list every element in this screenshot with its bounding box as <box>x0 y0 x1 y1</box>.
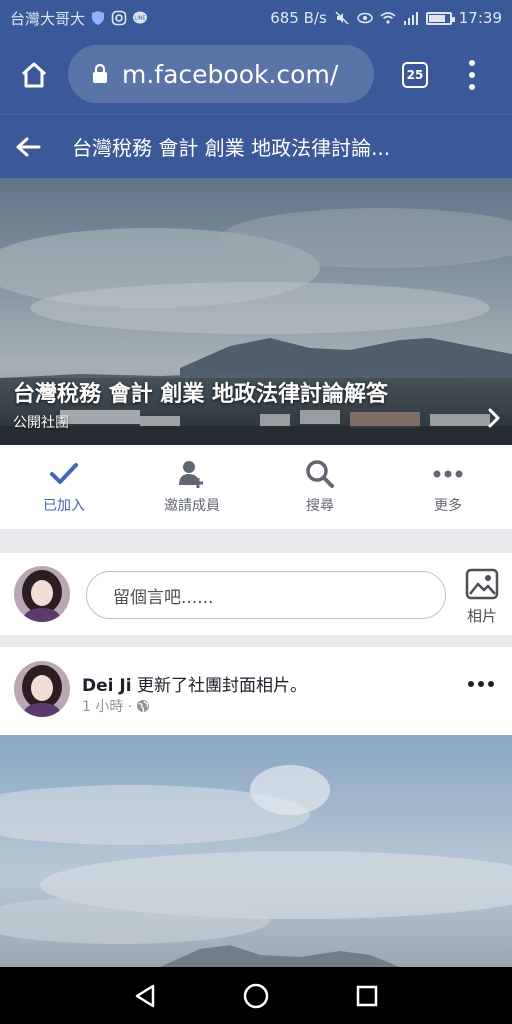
triangle-back-icon <box>136 984 155 1007</box>
mute-icon <box>335 11 349 25</box>
home-icon <box>21 62 47 88</box>
url-text: m.facebook.com/ <box>122 59 339 89</box>
carrier-name: 台灣大哥大 <box>10 9 86 28</box>
joined-label: 已加入 <box>43 498 85 514</box>
post-author-name[interactable]: Dei Ji <box>82 676 132 696</box>
invite-members-button[interactable]: 邀請成員 <box>128 445 256 529</box>
globe-icon <box>137 700 150 713</box>
check-icon <box>50 463 78 484</box>
shield-icon <box>92 11 105 25</box>
group-cover-photo[interactable]: 台灣稅務 會計 創業 地政法律討論解答 公開社團 <box>0 178 512 445</box>
post-action-text: 更新了社團封面相片。 <box>136 676 307 696</box>
lock-icon <box>93 64 107 83</box>
group-privacy: 公開社團 <box>13 415 69 431</box>
clock: 17:39 <box>458 9 502 27</box>
post-author-avatar[interactable] <box>14 661 70 717</box>
tab-switcher-button[interactable]: 25 <box>402 62 428 88</box>
screen: 台灣大哥大 LINE 685 B/s 17:39 m.facebook.com/… <box>0 0 512 1024</box>
search-icon <box>306 460 334 488</box>
wifi-icon <box>380 12 396 24</box>
group-action-bar: 已加入 邀請成員 搜尋 更多 <box>0 445 512 529</box>
more-icon <box>433 470 463 478</box>
network-speed: 685 B/s <box>270 9 327 27</box>
battery-icon <box>425 11 455 25</box>
post-timestamp[interactable]: 1 小時 · <box>82 696 132 716</box>
nav-recents-button[interactable] <box>347 976 387 1016</box>
compose-placeholder: 留個言吧...... <box>113 587 214 608</box>
post-meta: 1 小時 · <box>82 696 150 716</box>
feed-post: Dei Ji 更新了社團封面相片。 1 小時 · <box>0 647 512 967</box>
status-bar: 台灣大哥大 LINE 685 B/s 17:39 <box>0 0 512 36</box>
home-button[interactable] <box>0 36 68 114</box>
more-label: 更多 <box>434 498 462 514</box>
post-options-button[interactable] <box>468 681 494 689</box>
avatar[interactable] <box>14 566 70 622</box>
nav-back-button[interactable] <box>125 976 165 1016</box>
header-title: 台灣稅務 會計 創業 地政法律討論... <box>72 136 391 160</box>
author-avatar-image <box>14 661 70 717</box>
add-photo-button[interactable]: 相片 <box>458 567 506 629</box>
invite-members-label: 邀請成員 <box>164 498 220 514</box>
post-photo-image <box>0 735 512 967</box>
user-avatar-image <box>14 566 70 622</box>
instagram-icon <box>111 10 127 26</box>
line-app-icon: LINE <box>133 11 148 24</box>
more-button[interactable]: 更多 <box>384 445 512 529</box>
circle-home-icon <box>243 983 269 1008</box>
chevron-right-icon[interactable] <box>484 406 504 430</box>
back-button[interactable] <box>0 115 56 179</box>
nav-home-button[interactable] <box>236 976 276 1016</box>
signal-icon <box>403 12 418 25</box>
browser-menu-button[interactable] <box>458 58 486 92</box>
add-person-icon <box>179 461 203 488</box>
square-recents-icon <box>356 985 377 1006</box>
compose-input[interactable]: 留個言吧...... <box>86 571 446 619</box>
arrow-left-icon <box>16 137 41 156</box>
url-bar[interactable]: m.facebook.com/ <box>68 45 374 103</box>
group-name: 台灣稅務 會計 創業 地政法律討論解答 <box>13 382 388 407</box>
photo-label: 相片 <box>466 607 497 625</box>
post-header-text: Dei Ji 更新了社團封面相片。 <box>82 671 307 696</box>
tab-count: 25 <box>406 68 424 82</box>
eye-icon <box>357 12 373 24</box>
svg-text:LINE: LINE <box>134 16 145 22</box>
system-nav-bar <box>0 967 512 1024</box>
joined-button[interactable]: 已加入 <box>0 445 128 529</box>
post-composer: 留個言吧...... 相片 <box>0 553 512 635</box>
search-label: 搜尋 <box>306 498 334 514</box>
search-button[interactable]: 搜尋 <box>256 445 384 529</box>
group-header: 台灣稅務 會計 創業 地政法律討論... <box>0 114 512 178</box>
post-photo[interactable] <box>0 735 512 967</box>
browser-toolbar: m.facebook.com/ 25 <box>0 36 512 114</box>
photo-icon <box>465 568 499 600</box>
